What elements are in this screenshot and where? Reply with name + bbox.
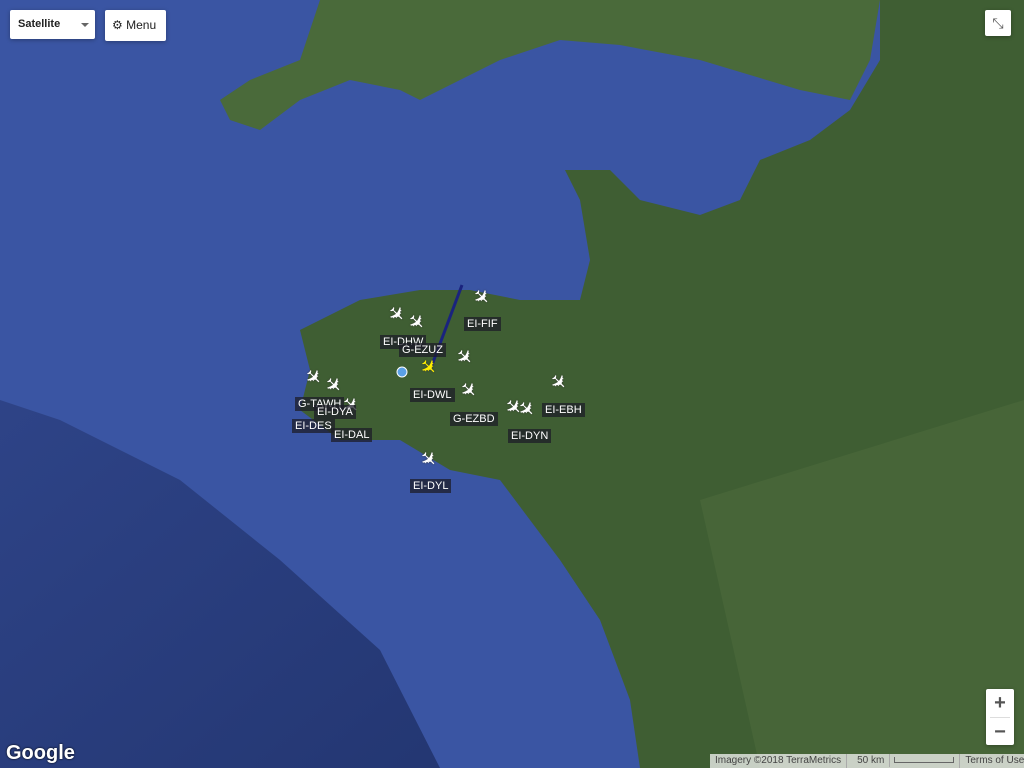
fullscreen-exit-icon: ⤡: [992, 15, 1004, 31]
scale-label: 50 km: [852, 754, 891, 767]
chevron-down-icon: [81, 23, 89, 31]
gear-icon: ⚙: [112, 18, 123, 32]
imagery-credit: Imagery ©2018 TerraMetrics: [710, 754, 848, 768]
zoom-in-button[interactable]: +: [986, 689, 1014, 717]
map-type-value: Satellite: [18, 18, 61, 30]
flight-label[interactable]: EI-DWL: [410, 388, 455, 402]
scale-bar[interactable]: 50 km: [847, 754, 961, 768]
terms-link[interactable]: Terms of Use: [960, 754, 1024, 768]
flight-label[interactable]: EI-DYL: [410, 479, 452, 493]
map-type-select[interactable]: Satellite: [10, 10, 95, 39]
flight-label[interactable]: G-EZBD: [450, 412, 498, 426]
flight-label[interactable]: EI-FIF: [464, 317, 501, 331]
google-logo[interactable]: Google: [6, 742, 75, 765]
menu-label: Menu: [126, 18, 157, 32]
flight-label[interactable]: EI-EBH: [542, 403, 585, 417]
satellite-map[interactable]: [0, 0, 1024, 768]
exit-fullscreen-button[interactable]: ⤡: [985, 10, 1011, 36]
flight-label[interactable]: EI-DYA: [314, 405, 356, 419]
menu-button[interactable]: ⚙ Menu: [105, 10, 166, 41]
zoom-control: + −: [986, 689, 1014, 745]
flight-label[interactable]: EI-DYN: [508, 429, 552, 443]
attribution-bar: Imagery ©2018 TerraMetrics 50 km Terms o…: [710, 754, 1024, 768]
zoom-out-button[interactable]: −: [986, 718, 1014, 746]
flight-label[interactable]: EI-DES: [292, 419, 335, 433]
flight-label[interactable]: G-EZUZ: [399, 343, 446, 357]
flight-label[interactable]: EI-DAL: [331, 428, 373, 442]
